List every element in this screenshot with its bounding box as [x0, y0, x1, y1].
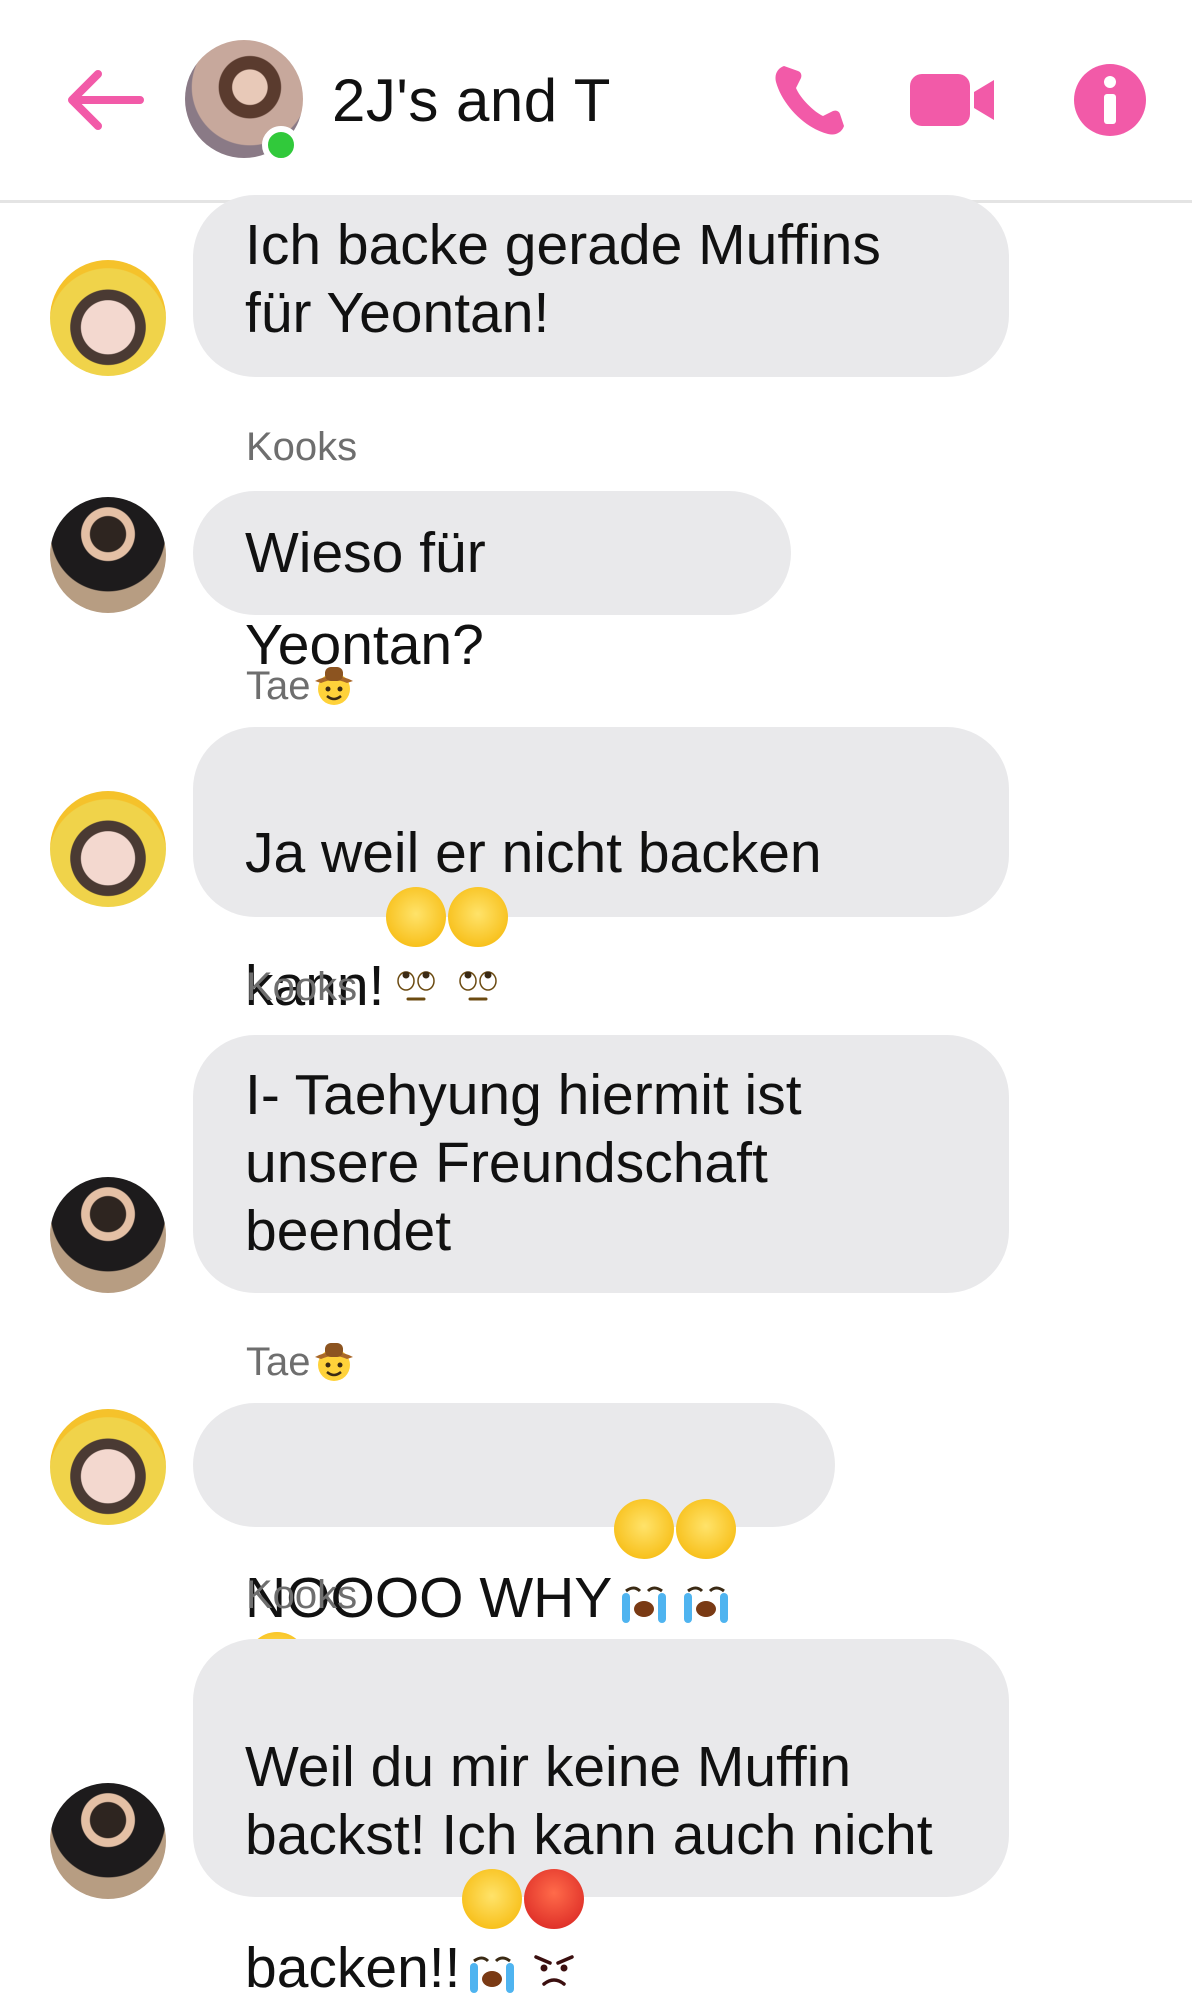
arrow-left-icon [68, 70, 144, 130]
info-button[interactable] [1070, 60, 1150, 140]
sender-name: Kooks [246, 965, 358, 1009]
back-button[interactable] [60, 60, 150, 140]
rolling-eyes-emoji-icon [448, 887, 509, 1001]
cowboy-emoji-icon [311, 661, 357, 707]
phone-icon [775, 66, 844, 135]
loudly-crying-emoji-icon [462, 1869, 523, 1993]
sender-avatar-kooks[interactable] [50, 1783, 166, 1899]
message-bubble[interactable]: I- Taehyung hiermit ist unsere Freundsch… [193, 1035, 1009, 1293]
sender-avatar-tae[interactable] [50, 260, 166, 376]
loudly-crying-emoji-icon [676, 1499, 737, 1623]
sender-avatar-tae[interactable] [50, 1409, 166, 1525]
voice-call-button[interactable] [770, 60, 850, 140]
sender-name: Kooks [246, 1573, 358, 1617]
sender-name: Kooks [246, 425, 358, 469]
message-bubble[interactable]: Wieso für Yeontan? [193, 491, 791, 677]
sender-avatar-kooks[interactable] [50, 497, 166, 613]
pouting-face-emoji-icon [524, 1869, 585, 1986]
sender-avatar-kooks[interactable] [50, 1177, 166, 1293]
rolling-eyes-emoji-icon [386, 887, 447, 1001]
video-call-button[interactable] [908, 60, 998, 140]
online-status-indicator [262, 126, 300, 164]
sender-name: Tae [246, 1337, 357, 1385]
loudly-crying-emoji-icon [614, 1499, 675, 1623]
cowboy-emoji-icon [311, 1337, 357, 1383]
message-bubble[interactable]: NOOOO WHY [193, 1403, 835, 1756]
message-list[interactable]: Ich backe gerade Muffins für Yeontan! Ko… [0, 195, 1192, 2000]
chat-title[interactable]: 2J's and T [332, 66, 611, 135]
message-text: Weil du mir keine Muffin backst! Ich kan… [245, 1735, 933, 2000]
message-bubble[interactable]: Ja weil er nicht backen kann! [193, 727, 1009, 1018]
message-bubble[interactable]: Ich backe gerade Muffins für Yeontan! [193, 195, 1009, 377]
sender-name-text: Tae [246, 1340, 311, 1384]
sender-avatar-tae[interactable] [50, 791, 166, 907]
sender-name-text: Tae [246, 664, 311, 708]
message-bubble[interactable]: Weil du mir keine Muffin backst! Ich kan… [193, 1639, 1009, 2000]
info-icon [1074, 64, 1146, 136]
chat-header: 2J's and T [0, 0, 1192, 203]
video-camera-icon [910, 74, 994, 126]
sender-name: Tae [246, 661, 357, 709]
